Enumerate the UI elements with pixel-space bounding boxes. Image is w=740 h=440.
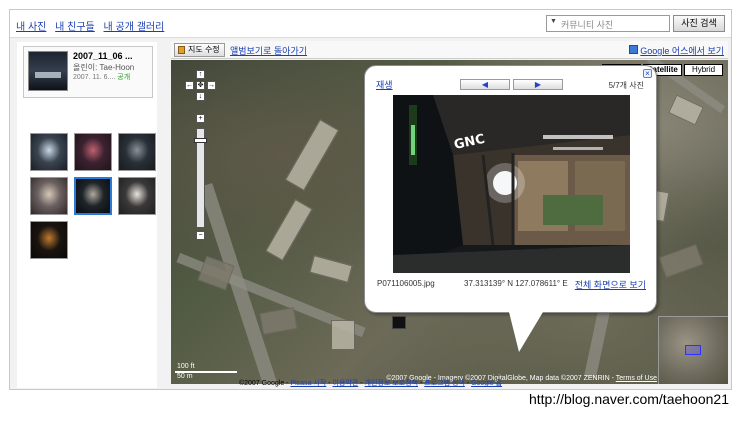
- full-screen-link[interactable]: 전체 화면으로 보기: [575, 278, 646, 291]
- photo-thumb-7[interactable]: [30, 221, 68, 259]
- photo-location-marker[interactable]: [392, 316, 406, 329]
- album-date: 2007. 11. 6....: [73, 74, 116, 81]
- photo-info-window: 재생 ◀ ▶ 5/7개 사진 × GNC P071106005.jpg 37.3…: [364, 65, 657, 352]
- building: [265, 199, 313, 261]
- map-toolbar: 지도 수정 앨범보기로 돌아가기 Google 어스에서 보기: [171, 41, 728, 59]
- building: [284, 119, 340, 191]
- pan-center-button[interactable]: ✥: [196, 81, 205, 90]
- album-date-line: 2007. 11. 6.... 공개: [73, 72, 130, 82]
- photo-thumb-2[interactable]: [74, 133, 112, 171]
- current-photo[interactable]: GNC: [393, 95, 630, 273]
- watermark-url: http://blog.naver.com/taehoon21: [528, 391, 729, 407]
- photo-filename: P071106005.jpg: [377, 279, 435, 288]
- google-earth-label: Google 어스에서 보기: [640, 46, 724, 56]
- album-title[interactable]: 2007_11_06 ...: [73, 51, 133, 61]
- search-placeholder: 커뮤니티 사진: [561, 20, 614, 30]
- top-bar: 내 사진 내 친구들 내 공개 갤러리 ▼ 커뮤니티 사진 사진 검색: [10, 10, 731, 38]
- album-card[interactable]: 2007_11_06 ... 올린이: Tae-Hoon 2007. 11. 6…: [23, 46, 153, 98]
- photo-counter: 5/7개 사진: [608, 81, 644, 90]
- map-type-hybrid-button[interactable]: Hybrid: [684, 64, 723, 76]
- slideshow-play-link[interactable]: 재생: [376, 78, 393, 91]
- storefront-photo: GNC: [393, 95, 630, 273]
- photo-thumb-5[interactable]: [74, 177, 112, 215]
- photo-thumb-3[interactable]: [118, 133, 156, 171]
- nav-my-photos-link[interactable]: 내 사진: [16, 22, 46, 33]
- google-earth-icon: [629, 45, 639, 54]
- nav-public-gallery-link[interactable]: 내 공개 갤러리: [104, 22, 165, 33]
- footer-link-3[interactable]: 개인정보 보호정책: [365, 380, 418, 387]
- footer-link-5[interactable]: Google 홈: [471, 380, 502, 387]
- photo-search-button[interactable]: 사진 검색: [673, 15, 725, 32]
- edit-map-button[interactable]: 지도 수정: [174, 43, 225, 57]
- photo-thumb-6[interactable]: [118, 177, 156, 215]
- info-window-pointer: [509, 312, 543, 352]
- left-sidebar: 2007_11_06 ... 올린이: Tae-Hoon 2007. 11. 6…: [17, 42, 157, 388]
- pan-left-button[interactable]: ←: [185, 81, 194, 90]
- zoom-in-button[interactable]: +: [196, 114, 205, 123]
- map-panel: 지도 수정 앨범보기로 돌아가기 Google 어스에서 보기 ↑ ← ✥ → …: [171, 41, 728, 384]
- close-icon[interactable]: ×: [643, 69, 652, 78]
- overview-viewport-box[interactable]: [685, 345, 701, 355]
- album-visibility: 공개: [117, 74, 131, 81]
- footer-link-4[interactable]: 프로그램 정책: [424, 380, 465, 387]
- footer-copyright: ©2007 Google: [238, 380, 285, 387]
- building: [309, 255, 353, 283]
- building: [331, 320, 355, 350]
- view-in-google-earth-link[interactable]: Google 어스에서 보기: [629, 44, 724, 57]
- building: [259, 307, 298, 335]
- pan-down-button[interactable]: ↓: [196, 92, 205, 101]
- community-search-input[interactable]: ▼ 커뮤니티 사진: [546, 15, 670, 32]
- photo-coordinates: 37.313139° N 127.078611° E: [464, 279, 568, 288]
- zoom-slider-track[interactable]: [196, 128, 205, 228]
- satellite-map[interactable]: ↑ ← ✥ → ↓ + − MapSatelliteHybrid 재생 ◀ ▶ …: [171, 60, 728, 384]
- zoom-slider-handle[interactable]: [194, 137, 207, 143]
- building: [658, 243, 704, 279]
- nav-my-friends-link[interactable]: 내 친구들: [55, 22, 95, 33]
- picasa-window: 내 사진 내 친구들 내 공개 갤러리 ▼ 커뮤니티 사진 사진 검색 2007…: [9, 9, 732, 390]
- album-cover-image[interactable]: [28, 51, 68, 91]
- previous-photo-button[interactable]: ◀: [460, 79, 510, 90]
- scale-feet: 100 ft: [177, 363, 195, 370]
- edit-map-label: 지도 수정: [188, 45, 220, 54]
- pan-right-button[interactable]: →: [207, 81, 216, 90]
- back-to-album-link[interactable]: 앨범보기로 돌아가기: [230, 44, 307, 57]
- top-nav-links: 내 사진 내 친구들 내 공개 갤러리: [16, 18, 170, 33]
- pan-up-button[interactable]: ↑: [196, 70, 205, 79]
- footer-link-1[interactable]: Picasa 시작: [290, 380, 326, 387]
- zoom-out-button[interactable]: −: [196, 231, 205, 240]
- photo-thumb-1[interactable]: [30, 133, 68, 171]
- pencil-icon: [178, 46, 185, 54]
- photo-thumb-4[interactable]: [30, 177, 68, 215]
- overview-map[interactable]: [658, 316, 728, 384]
- chevron-down-icon[interactable]: ▼: [550, 18, 557, 25]
- page-footer: ©2007 Google - Picasa 시작 - 이용약관 - 개인정보 보…: [238, 380, 503, 387]
- footer-link-2[interactable]: 이용약관: [333, 380, 359, 387]
- next-photo-button[interactable]: ▶: [513, 79, 563, 90]
- building: [668, 94, 704, 126]
